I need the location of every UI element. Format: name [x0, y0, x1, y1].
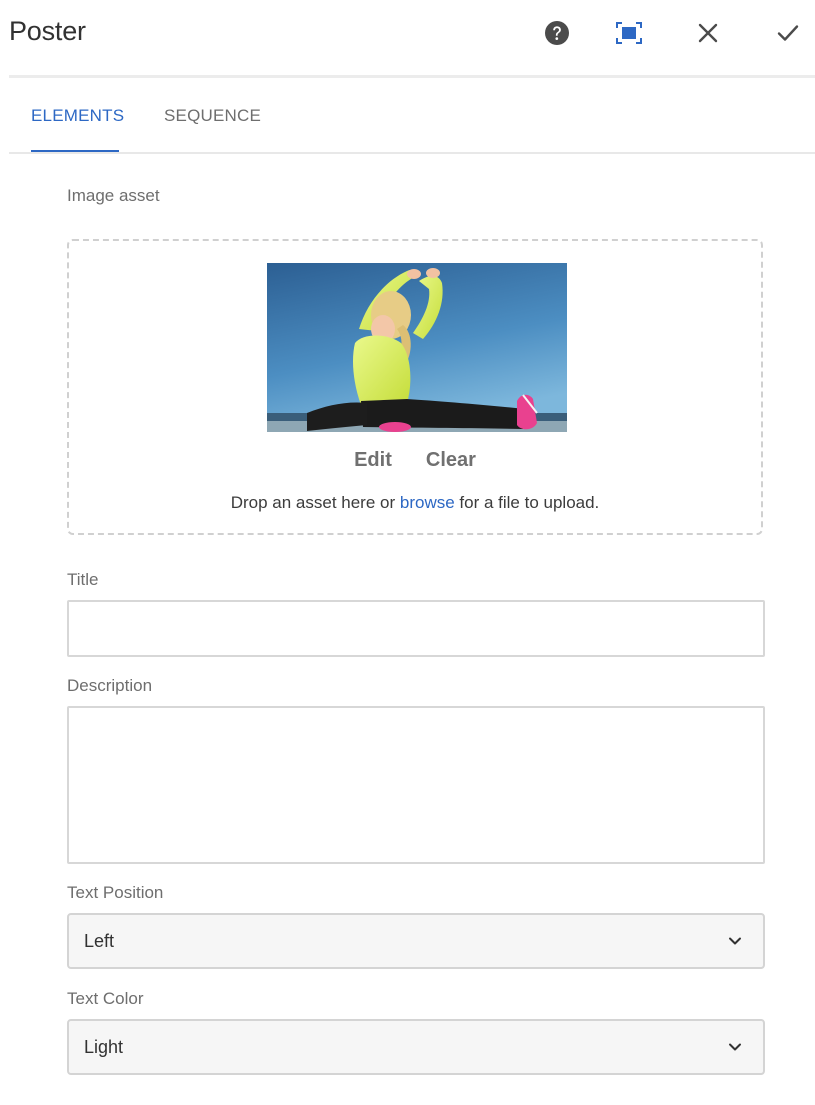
image-asset-label: Image asset: [67, 186, 160, 205]
tab-bar: ELEMENTS SEQUENCE: [9, 78, 815, 154]
help-icon: [545, 21, 569, 45]
drop-instructions: Drop an asset here or browse for a file …: [69, 493, 761, 513]
dialog-title: Poster: [9, 16, 86, 46]
text-color-label: Text Color: [67, 989, 144, 1008]
close-button[interactable]: [691, 16, 725, 50]
edit-asset-button[interactable]: Edit: [352, 449, 394, 472]
drop-text-before: Drop an asset here or: [230, 493, 400, 512]
dialog-header: Poster: [0, 0, 815, 76]
check-icon: [777, 25, 799, 41]
title-input[interactable]: [69, 602, 763, 655]
tab-elements[interactable]: ELEMENTS: [31, 78, 124, 154]
drop-text-after: for a file to upload.: [454, 493, 600, 512]
help-button[interactable]: [540, 16, 574, 50]
asset-actions: Edit Clear: [69, 449, 761, 472]
description-textarea[interactable]: [69, 708, 763, 862]
fullscreen-icon: [616, 22, 642, 44]
tab-sequence[interactable]: SEQUENCE: [164, 78, 261, 154]
chevron-down-icon: [729, 937, 741, 945]
text-position-label: Text Position: [67, 883, 164, 902]
asset-dropzone[interactable]: Edit Clear Drop an asset here or browse …: [67, 239, 763, 535]
title-field-wrapper: [67, 600, 765, 657]
asset-thumbnail[interactable]: [267, 263, 567, 432]
clear-asset-button[interactable]: Clear: [424, 449, 478, 472]
text-position-value: Left: [84, 930, 115, 951]
close-icon: [698, 23, 718, 43]
text-position-select[interactable]: Left: [67, 913, 765, 969]
text-color-value: Light: [84, 1036, 124, 1057]
browse-link[interactable]: browse: [400, 493, 455, 512]
fullscreen-button[interactable]: [612, 16, 646, 50]
tabs-divider: [9, 152, 815, 154]
chevron-down-icon: [729, 1043, 741, 1051]
done-button[interactable]: [771, 16, 805, 50]
text-color-select[interactable]: Light: [67, 1019, 765, 1075]
description-field-wrapper: [67, 706, 765, 864]
title-label: Title: [67, 570, 99, 589]
description-label: Description: [67, 676, 153, 695]
